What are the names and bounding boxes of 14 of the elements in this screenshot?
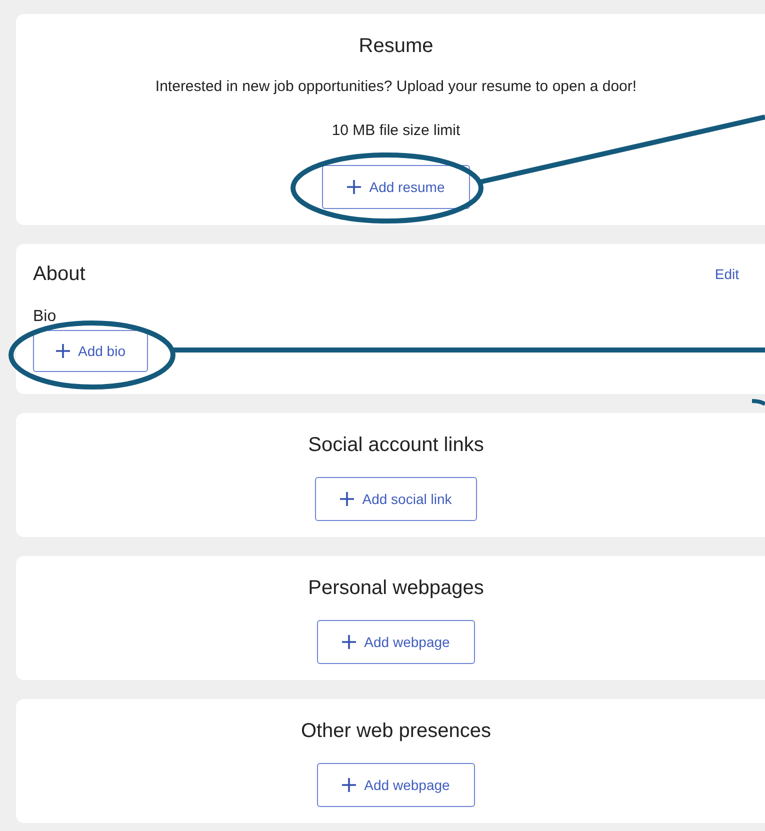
add-button[interactable]: Add webpage xyxy=(317,763,475,807)
add-button[interactable]: Add bio xyxy=(33,330,148,372)
add-button[interactable]: Add social link xyxy=(315,477,477,521)
section-title: Other web presences xyxy=(300,719,492,743)
add-button[interactable]: Add resume xyxy=(322,165,470,209)
section-text: 10 MB file size limit xyxy=(332,121,460,141)
section-title: Resume xyxy=(358,34,434,58)
section-text: Interested in new job opportunities? Upload your resume to open a door! xyxy=(155,77,637,97)
field-label: Bio xyxy=(33,308,58,326)
add-button[interactable]: Add webpage xyxy=(317,620,475,664)
section-title: Personal webpages xyxy=(308,576,484,600)
section-title: About xyxy=(33,262,86,286)
edit-link[interactable]: Edit xyxy=(714,266,739,282)
section-title: Social account links xyxy=(308,433,484,457)
